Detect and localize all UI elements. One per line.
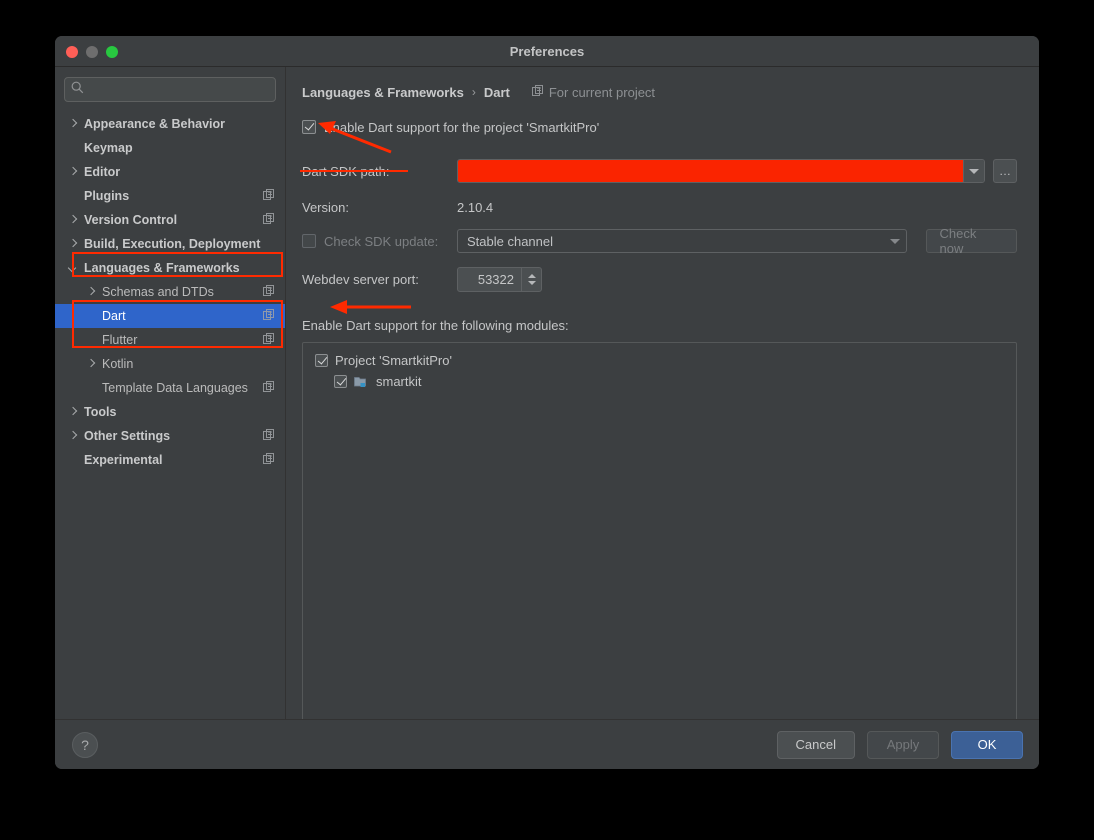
annotation-arrow-project-modules (330, 300, 411, 314)
screen: Preferences Appearance & Behavior Keymap… (0, 0, 1094, 840)
